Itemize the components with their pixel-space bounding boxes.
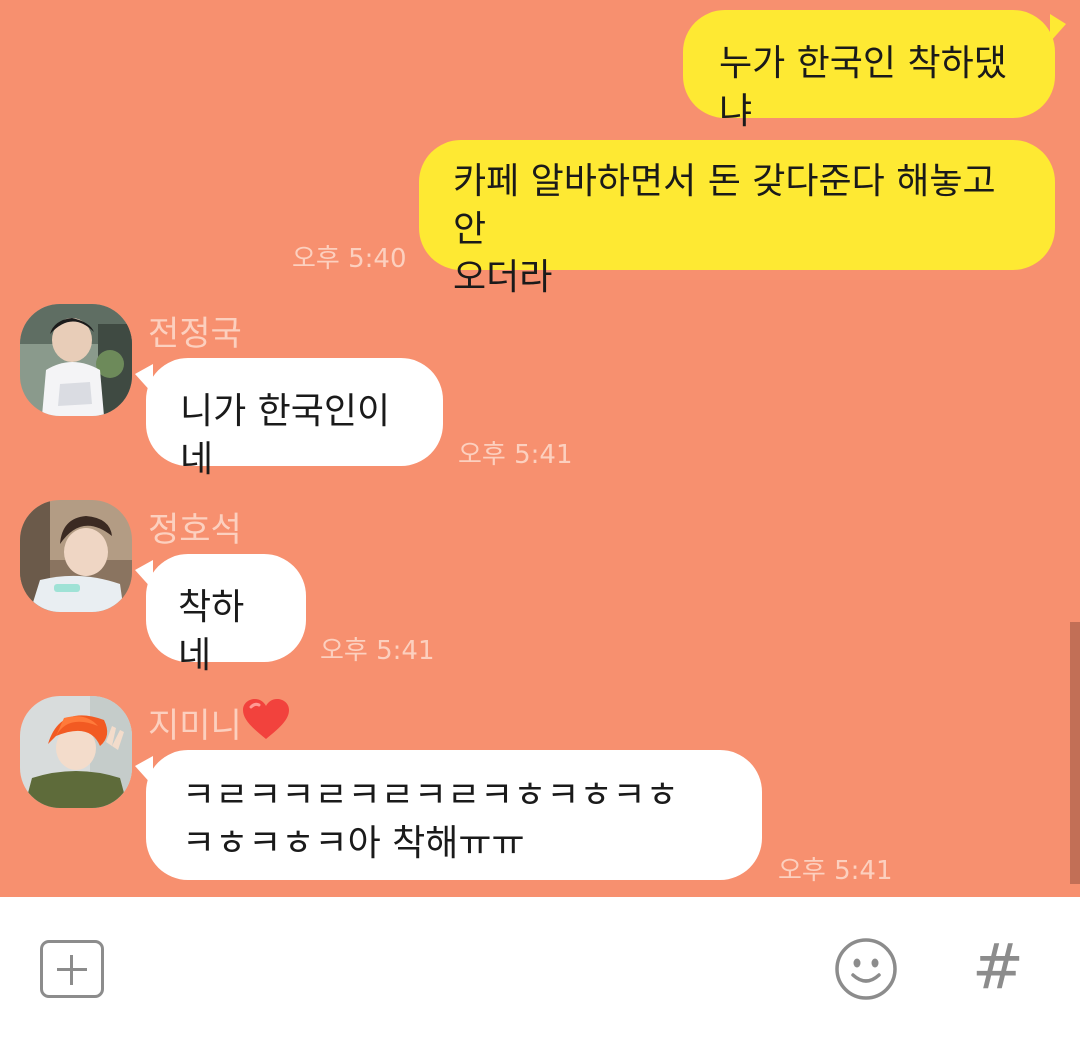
message-timestamp: 오후 5:41 bbox=[778, 856, 893, 886]
chat-message-list[interactable]: 누가 한국인 착하댔냐 카페 알바하면서 돈 갖다준다 해놓고 안 오더라 오후… bbox=[0, 0, 1080, 897]
bubble-tail bbox=[135, 756, 153, 786]
their-message-bubble[interactable]: 착하네 bbox=[146, 554, 306, 676]
jungkook-avatar[interactable] bbox=[20, 304, 132, 416]
message-input-bar: # bbox=[0, 897, 1080, 1042]
message-text-line: ㅋㄹㅋㅋㄹㅋㄹㅋㄹㅋㅎㅋㅎㅋㅎ bbox=[182, 775, 679, 816]
message-timestamp: 오후 5:41 bbox=[320, 636, 435, 666]
my-message-bubble[interactable]: 누가 한국인 착하댔냐 bbox=[683, 10, 1055, 132]
my-message-bubble[interactable]: 카페 알바하면서 돈 갖다준다 해놓고 안 오더라 bbox=[419, 140, 1055, 298]
sender-name: 정호석 bbox=[148, 510, 242, 550]
hashtag-button[interactable]: # bbox=[972, 927, 1024, 1007]
message-text: 니가 한국인이네 bbox=[180, 391, 391, 480]
bubble-tail bbox=[135, 560, 153, 590]
message-text-line: 오더라 bbox=[453, 257, 553, 298]
jimin-avatar[interactable] bbox=[20, 696, 132, 808]
emoji-icon[interactable] bbox=[834, 937, 898, 1001]
scrollbar[interactable] bbox=[1070, 622, 1080, 884]
sender-name: 지미니 bbox=[148, 706, 242, 746]
their-message-bubble[interactable]: 니가 한국인이네 bbox=[146, 358, 443, 480]
message-timestamp: 오후 5:41 bbox=[458, 440, 573, 470]
message-text-line: 카페 알바하면서 돈 갖다준다 해놓고 안 bbox=[453, 161, 996, 250]
message-text: 누가 한국인 착하댔냐 bbox=[719, 43, 1007, 132]
message-text-line: ㅋㅎㅋㅎㅋ아 착해ㅠㅠ bbox=[182, 823, 525, 864]
message-text: 착하네 bbox=[178, 587, 245, 676]
bubble-tail bbox=[135, 364, 153, 394]
chat-screen: 누가 한국인 착하댔냐 카페 알바하면서 돈 갖다준다 해놓고 안 오더라 오후… bbox=[0, 0, 1080, 1042]
heart-icon bbox=[243, 699, 289, 739]
their-message-bubble[interactable]: ㅋㄹㅋㅋㄹㅋㄹㅋㄹㅋㅎㅋㅎㅋㅎ ㅋㅎㅋㅎㅋ아 착해ㅠㅠ bbox=[146, 750, 762, 880]
hoseok-avatar[interactable] bbox=[20, 500, 132, 612]
sender-name: 전정국 bbox=[148, 314, 242, 354]
bubble-tail bbox=[1050, 14, 1066, 42]
message-timestamp: 오후 5:40 bbox=[292, 244, 407, 274]
plus-icon[interactable] bbox=[40, 940, 104, 998]
